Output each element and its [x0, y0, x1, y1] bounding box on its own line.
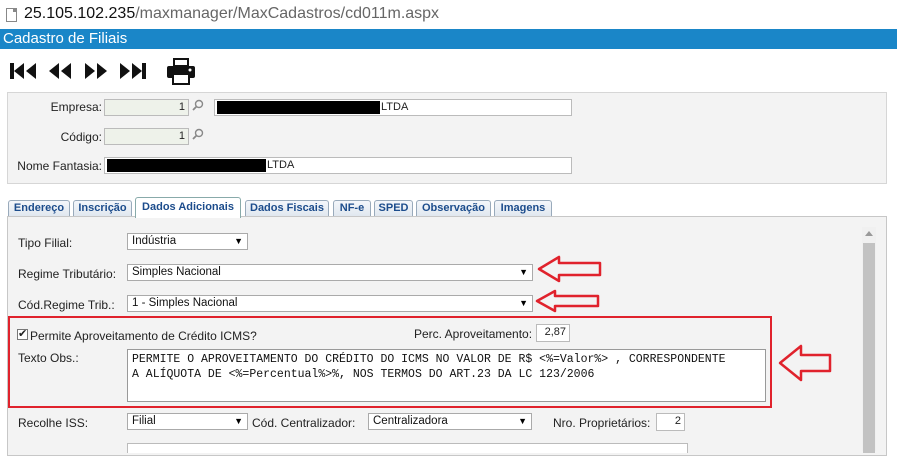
recolhe-iss-select[interactable]: Filial ▼ [127, 413, 248, 430]
last-record-icon[interactable] [118, 62, 146, 82]
chevron-down-icon: ▼ [519, 267, 528, 277]
regime-tributario-select[interactable]: Simples Nacional ▼ [127, 264, 533, 281]
tab-dados-fiscais[interactable]: Dados Fiscais [245, 200, 329, 217]
recolhe-iss-label: Recolhe ISS: [18, 416, 89, 430]
cod-regime-label: Cód.Regime Trib.: [18, 298, 115, 312]
redacted-company-name [217, 101, 380, 114]
tab-sped[interactable]: SPED [374, 200, 413, 217]
cod-centralizador-label: Cód. Centralizador: [252, 416, 356, 430]
first-record-icon[interactable] [10, 62, 38, 82]
annotation-arrow-cod-regime [535, 289, 600, 313]
tab-observacao[interactable]: Observação [416, 200, 491, 217]
tab-nfe[interactable]: NF-e [333, 200, 371, 217]
chevron-down-icon: ▼ [518, 416, 527, 426]
tab-endereco[interactable]: Endereço [8, 200, 70, 217]
chevron-down-icon: ▼ [234, 416, 243, 426]
cod-centralizador-value: Centralizadora [373, 415, 448, 427]
codigo-label: Código: [60, 130, 102, 144]
chevron-down-icon: ▼ [519, 298, 528, 308]
texto-obs-label: Texto Obs.: [18, 351, 79, 365]
tipo-filial-value: Indústria [132, 235, 177, 247]
regime-tributario-label: Regime Tributário: [18, 267, 117, 281]
nro-proprietarios-input[interactable]: 2 [656, 413, 685, 431]
perc-aproveitamento-input[interactable]: 2,87 [536, 324, 570, 342]
tab-inscricao[interactable]: Inscrição [73, 200, 132, 217]
window-title: Cadastro de Filiais [0, 29, 897, 49]
nome-fantasia-label: Nome Fantasia: [17, 159, 102, 173]
annotation-arrow-texto-obs [778, 344, 832, 382]
scrollbar-thumb[interactable] [863, 243, 875, 453]
nome-fantasia-suffix: LTDA [267, 159, 295, 171]
codigo-input[interactable]: 1 [104, 128, 189, 145]
permite-aproveitamento-label: Permite Aproveitamento de Crédito ICMS? [30, 329, 257, 343]
page-icon [6, 8, 17, 22]
recolhe-iss-value: Filial [132, 415, 156, 427]
url-text[interactable]: 25.105.102.235/maxmanager/MaxCadastros/c… [24, 5, 439, 23]
cod-regime-value: 1 - Simples Nacional [132, 297, 238, 309]
next-record-icon[interactable] [84, 62, 108, 82]
url-path: /maxmanager/MaxCadastros/cd011m.aspx [135, 5, 440, 22]
print-icon[interactable] [166, 57, 196, 85]
tipo-filial-select[interactable]: Indústria ▼ [127, 233, 248, 250]
empresa-name-suffix: LTDA [381, 101, 409, 113]
previous-record-icon[interactable] [48, 62, 72, 82]
empresa-code-input[interactable]: 1 [104, 99, 189, 116]
annotation-arrow-regime [537, 255, 602, 283]
scroll-up-icon[interactable] [865, 231, 873, 236]
nro-proprietarios-label: Nro. Proprietários: [553, 416, 651, 430]
regime-tributario-value: Simples Nacional [132, 266, 221, 278]
tab-imagens[interactable]: Imagens [494, 200, 552, 217]
perc-aproveitamento-label: Perc. Aproveitamento: [414, 327, 533, 341]
empresa-search-icon[interactable] [192, 99, 204, 111]
texto-obs-textarea[interactable]: PERMITE O APROVEITAMENTO DO CRÉDITO DO I… [127, 349, 766, 402]
tipo-filial-label: Tipo Filial: [18, 236, 73, 250]
url-host: 25.105.102.235 [24, 5, 136, 22]
redacted-trade-name [107, 159, 266, 172]
codigo-search-icon[interactable] [192, 128, 204, 140]
record-toolbar [0, 52, 897, 90]
next-row-input[interactable] [127, 443, 688, 453]
tab-dados-adicionais[interactable]: Dados Adicionais [135, 197, 241, 218]
permite-aproveitamento-checkbox[interactable] [17, 327, 28, 340]
cod-centralizador-select[interactable]: Centralizadora ▼ [368, 413, 532, 430]
chevron-down-icon: ▼ [234, 236, 243, 246]
cod-regime-select[interactable]: 1 - Simples Nacional ▼ [127, 295, 533, 312]
panel-scrollbar[interactable] [862, 227, 876, 453]
empresa-label: Empresa: [50, 100, 102, 114]
browser-address-bar[interactable]: 25.105.102.235/maxmanager/MaxCadastros/c… [0, 0, 897, 30]
